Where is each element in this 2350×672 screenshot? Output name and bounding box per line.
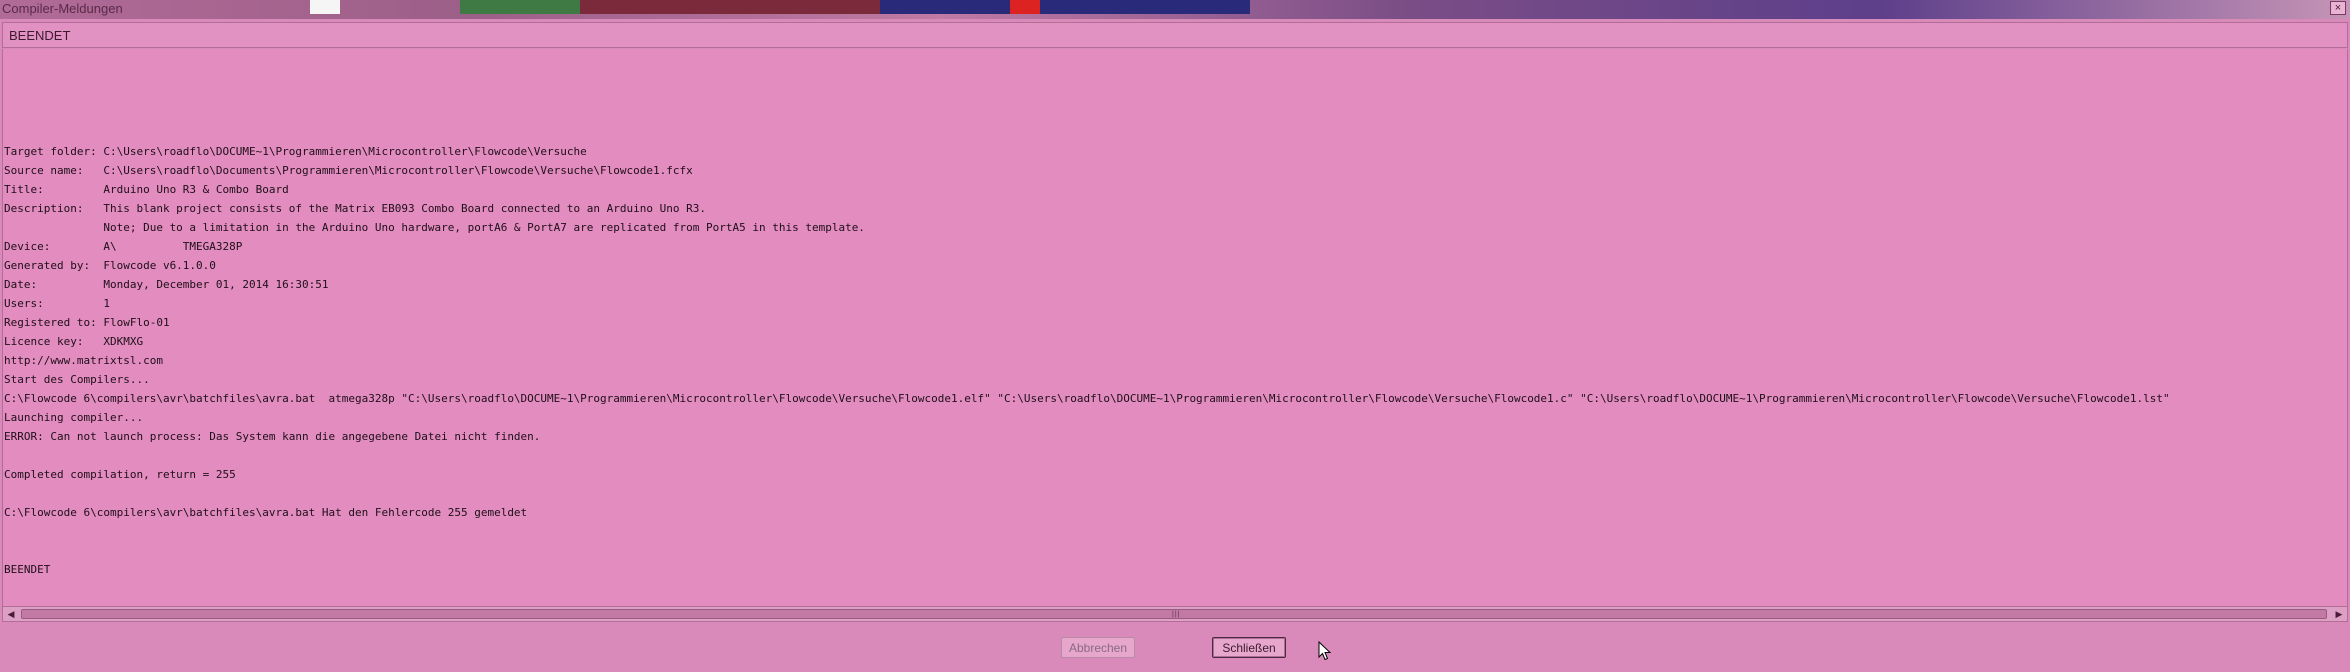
scroll-right-arrow-icon[interactable]: ▶ bbox=[2331, 607, 2347, 621]
compiler-messages-dialog: Compiler-Meldungen × BEENDET Target fold… bbox=[0, 0, 2350, 672]
log-line: Generated by: Flowcode v6.1.0.0 bbox=[4, 259, 216, 272]
horizontal-scrollbar[interactable]: ◀ ||| ▶ bbox=[2, 606, 2348, 622]
scrollbar-thumb[interactable]: ||| bbox=[21, 609, 2327, 619]
log-line: http://www.matrixtsl.com bbox=[4, 354, 163, 367]
background-window-strip bbox=[310, 0, 340, 14]
close-button[interactable]: Schließen bbox=[1212, 637, 1286, 658]
log-line: Launching compiler... bbox=[4, 411, 144, 424]
log-line: C:\Flowcode 6\compilers\avr\batchfiles\a… bbox=[4, 392, 2170, 405]
background-window-strip bbox=[460, 0, 580, 14]
mouse-pointer-icon bbox=[1318, 641, 1332, 661]
log-line: ERROR: Can not launch process: Das Syste… bbox=[4, 430, 541, 443]
log-line: Note; Due to a limitation in the Arduino… bbox=[4, 221, 865, 234]
compiler-log: Target folder: C:\Users\roadflo\DOCUME~1… bbox=[4, 142, 2170, 579]
background-window-strip bbox=[580, 0, 880, 14]
log-line: Users: 1 bbox=[4, 297, 110, 310]
background-window-strip bbox=[1010, 0, 1040, 14]
log-line: Title: Arduino Uno R3 & Combo Board bbox=[4, 183, 289, 196]
log-line: Source name: C:\Users\roadflo\Documents\… bbox=[4, 164, 693, 177]
log-line: Description: This blank project consists… bbox=[4, 202, 706, 215]
cancel-button[interactable]: Abbrechen bbox=[1061, 637, 1135, 658]
scrollbar-grip-icon: ||| bbox=[1172, 611, 1181, 618]
dialog-footer: Abbrechen Schließen bbox=[0, 622, 2350, 672]
status-bar: BEENDET bbox=[2, 22, 2348, 48]
status-label: BEENDET bbox=[9, 28, 71, 43]
background-window-strip bbox=[880, 0, 1250, 14]
log-line: Device: A\ TMEGA328P bbox=[4, 240, 243, 253]
window-close-button[interactable]: × bbox=[2330, 1, 2346, 15]
log-line: Target folder: C:\Users\roadflo\DOCUME~1… bbox=[4, 145, 587, 158]
title-bar: Compiler-Meldungen × bbox=[0, 0, 2350, 19]
log-line: Licence key: XDKMXG bbox=[4, 335, 144, 348]
close-icon: × bbox=[2334, 2, 2342, 14]
log-line: Completed compilation, return = 255 bbox=[4, 468, 236, 481]
compiler-output-area[interactable]: Target folder: C:\Users\roadflo\DOCUME~1… bbox=[2, 49, 2348, 606]
log-line: Registered to: FlowFlo-01 bbox=[4, 316, 170, 329]
log-line: C:\Flowcode 6\compilers\avr\batchfiles\a… bbox=[4, 506, 528, 519]
window-title: Compiler-Meldungen bbox=[2, 1, 123, 16]
log-line: Date: Monday, December 01, 2014 16:30:51 bbox=[4, 278, 329, 291]
log-line: BEENDET bbox=[4, 563, 51, 576]
log-line: Start des Compilers... bbox=[4, 373, 150, 386]
scroll-left-arrow-icon[interactable]: ◀ bbox=[3, 607, 19, 621]
